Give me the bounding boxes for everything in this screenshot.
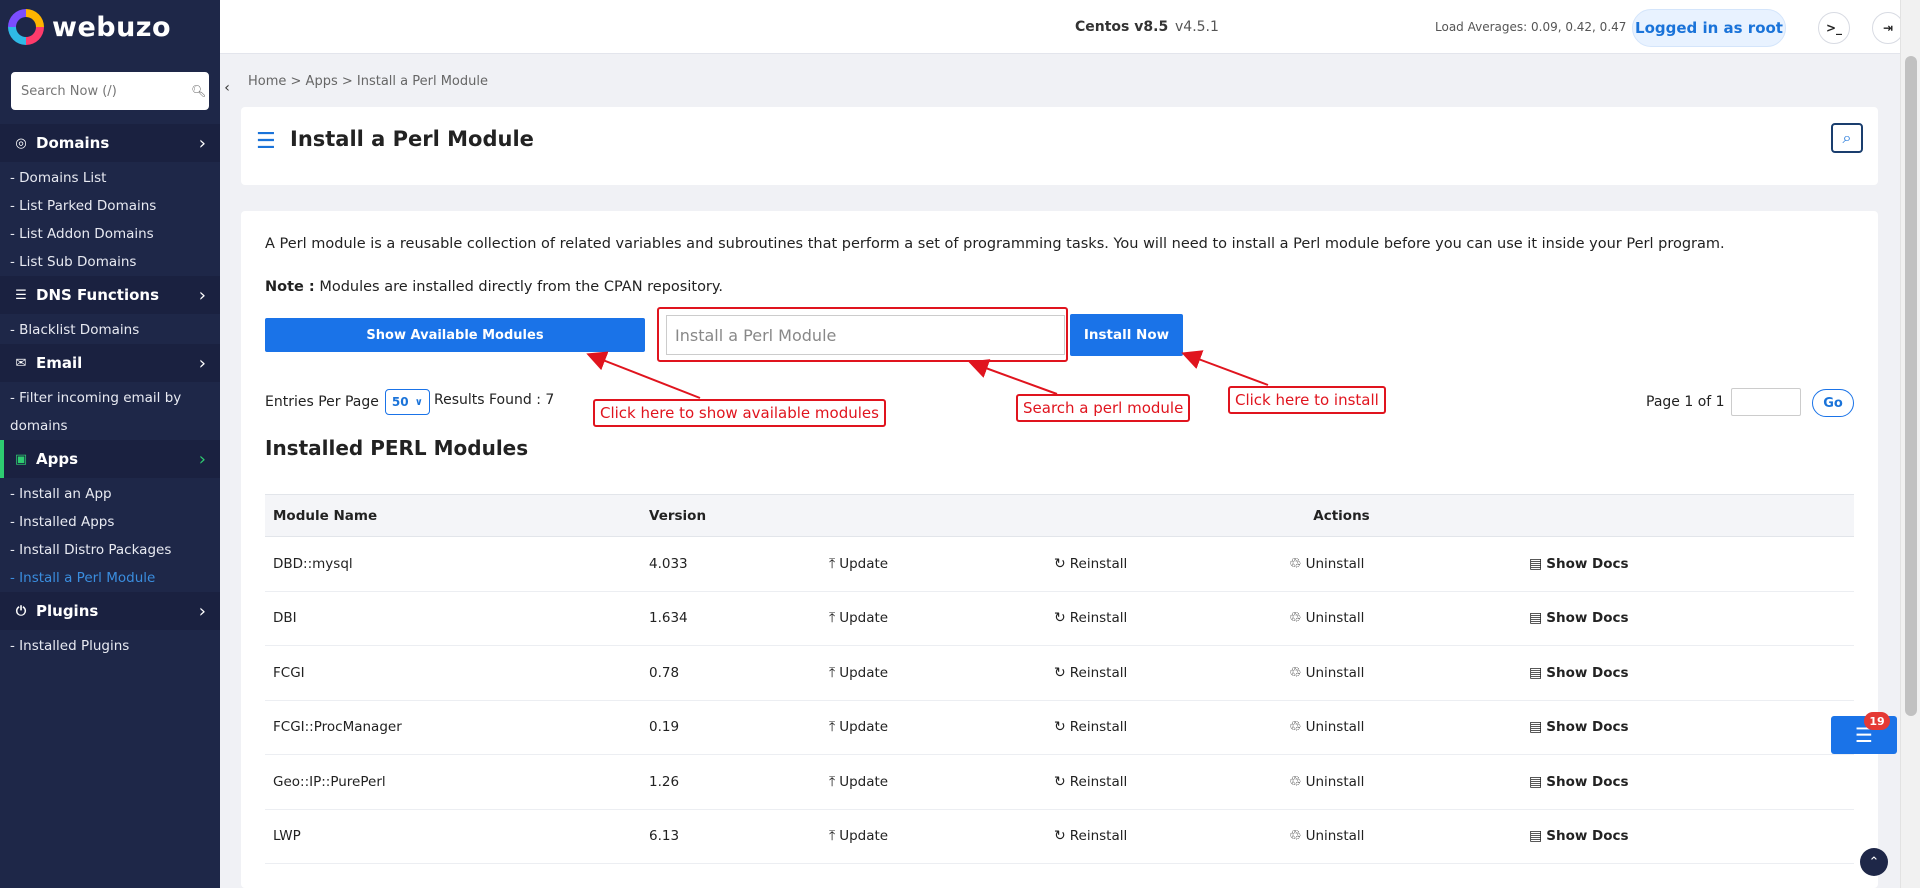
- arrow-search-module: [968, 359, 1058, 395]
- arrow-show-modules: [586, 351, 701, 399]
- arrow-install: [1181, 350, 1269, 386]
- annotation-arrows: [586, 350, 1269, 399]
- task-count-badge: 19: [1864, 712, 1890, 730]
- scroll-to-top-icon[interactable]: ⌃: [1860, 848, 1888, 876]
